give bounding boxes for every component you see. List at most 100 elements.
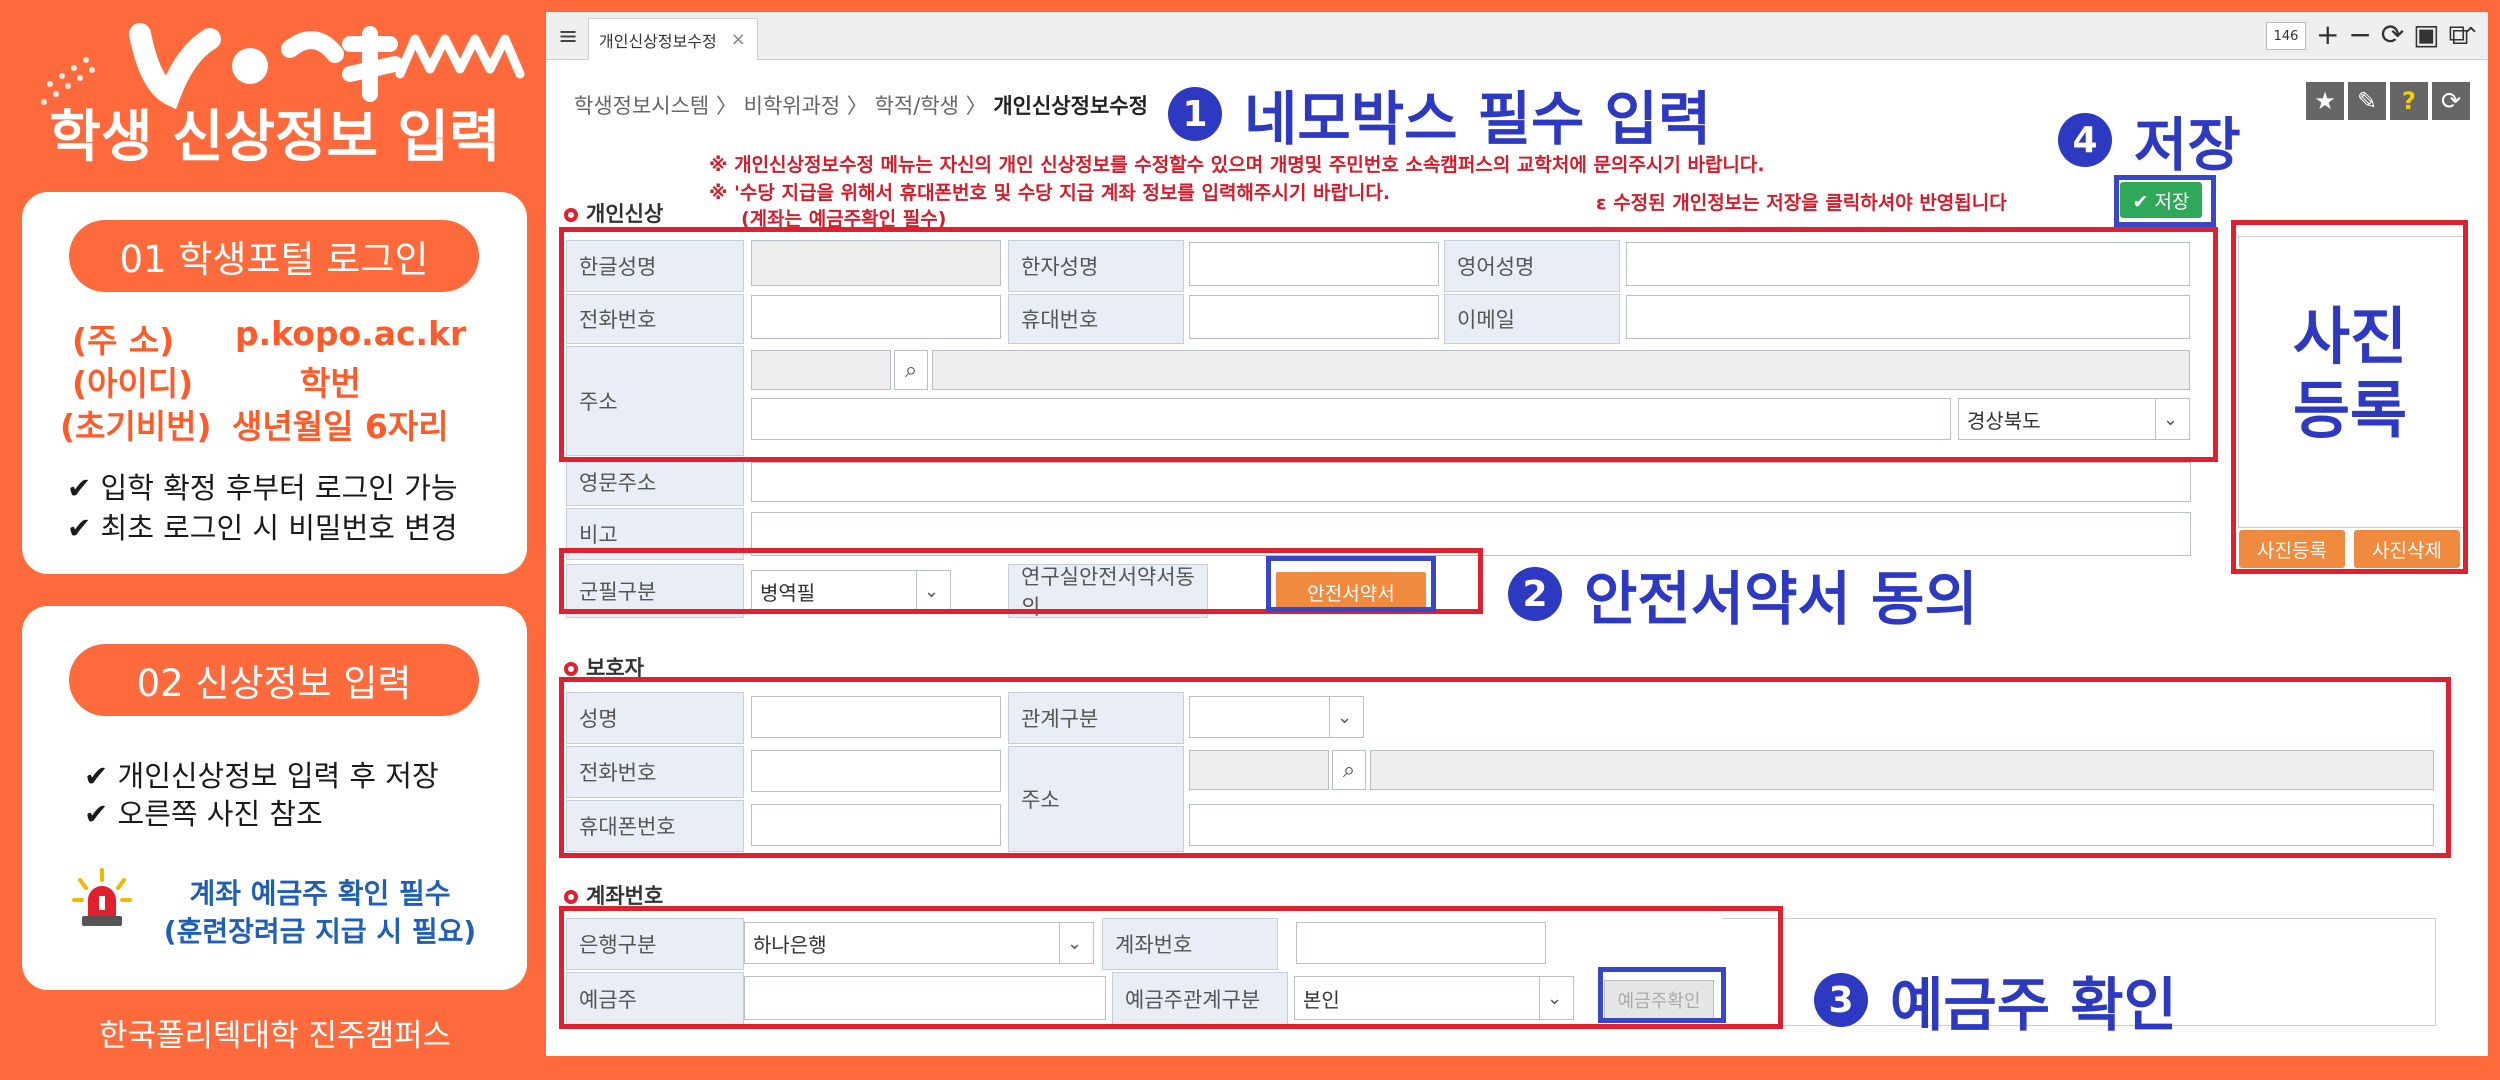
mobile-field[interactable]	[1189, 295, 1439, 339]
reload-icon[interactable]: ⟳	[2432, 82, 2470, 120]
login-value-password: 생년월일 6자리	[232, 407, 449, 446]
label-military: 군필구분	[566, 564, 744, 618]
zoom-in-icon[interactable]: +	[2316, 18, 2339, 51]
zoom-out-icon[interactable]: −	[2348, 18, 2371, 51]
bank-select[interactable]: 하나은행 ⌄	[744, 922, 1094, 964]
military-select[interactable]: 병역필 ⌄	[751, 570, 951, 612]
email-field[interactable]	[1626, 295, 2190, 339]
label-korean-name: 한글성명	[566, 240, 744, 292]
safety-pledge-button[interactable]: 안전서약서	[1276, 572, 1426, 612]
step-number-icon: 1	[1168, 87, 1222, 141]
tab-close-icon[interactable]: ×	[731, 29, 746, 50]
annotation-2-text: 안전서약서 동의	[1584, 565, 1978, 633]
relation-select[interactable]: ⌄	[1189, 696, 1364, 738]
login-key-address: (주 소)	[72, 321, 175, 360]
tab-active[interactable]: 개인신상정보수정 ×	[588, 18, 758, 60]
photo-annotation: 사진 등록	[2240, 300, 2460, 448]
section-guardian: 보호자	[564, 652, 644, 682]
search-icon[interactable]: ⌕	[1332, 750, 1366, 790]
info-check-2: ✔ 오른쪽 사진 참조	[84, 797, 323, 831]
restore-icon[interactable]: ▣	[2413, 18, 2439, 51]
help-icon[interactable]: ?	[2390, 82, 2428, 120]
login-key-id: (아이디)	[72, 364, 194, 403]
step-number-icon: 4	[2058, 113, 2112, 167]
page-title: 개인신상정보수정	[993, 94, 1148, 118]
edit-icon[interactable]: ✎	[2348, 82, 2386, 120]
guardian-name-field[interactable]	[751, 696, 1001, 738]
note-field[interactable]	[751, 512, 2191, 556]
notice-4: ε 수정된 개인정보는 저장을 클릭하셔야 반영됩니다	[1596, 192, 2007, 214]
english-name-field[interactable]	[1626, 242, 2190, 286]
left-title: 학생 신상정보 입력	[49, 105, 501, 170]
breadcrumb-sep-icon: 〉	[846, 94, 875, 118]
guardian-address-field[interactable]	[1370, 750, 2434, 790]
guardian-zipcode-field[interactable]	[1189, 750, 1329, 790]
zoom-level: 146	[2266, 22, 2306, 50]
menu-icon[interactable]: ≡	[552, 20, 584, 52]
tab-label: 개인신상정보수정	[599, 31, 717, 51]
label-guardian-address: 주소	[1008, 746, 1184, 852]
notice-2: ※ '수당 지급을 위해서 휴대폰번호 및 수당 지급 계좌 정보를 입력해주시…	[709, 182, 1391, 204]
window-controls: + − ⟳ ▣ ⧉	[2316, 18, 2469, 52]
photo-delete-button[interactable]: 사진삭제	[2354, 530, 2460, 568]
section-personal-label: 개인신상	[586, 202, 664, 226]
step-number-icon: 2	[1508, 567, 1562, 621]
annotation-1: 1 네모박스 필수 입력	[1168, 72, 1711, 156]
label-english-address: 영문주소	[566, 458, 744, 506]
step-number-icon: 3	[1814, 973, 1868, 1027]
bullet-icon	[564, 890, 578, 904]
phone-field[interactable]	[751, 295, 1001, 339]
label-phone: 전화번호	[566, 294, 744, 344]
alert-line-2: (훈련장려금 지급 시 필요)	[163, 915, 477, 948]
section-account: 계좌번호	[564, 880, 663, 910]
address-field[interactable]	[932, 350, 2190, 390]
search-icon[interactable]: ⌕	[894, 350, 928, 390]
english-address-field[interactable]	[751, 462, 2191, 502]
label-hanja-name: 한자성명	[1008, 240, 1184, 292]
collapse-icon[interactable]: ⌃	[2456, 20, 2486, 52]
chevron-down-icon: ⌄	[1059, 923, 1089, 963]
login-check-1: ✔ 입학 확정 후부터 로그인 가능	[67, 471, 458, 505]
login-value-id: 학번	[300, 364, 361, 403]
chevron-down-icon: ⌄	[1329, 697, 1359, 737]
annotation-1-text: 네모박스 필수 입력	[1244, 85, 1712, 153]
chevron-down-icon: ⌄	[916, 571, 946, 611]
bank-value: 하나은행	[753, 932, 827, 957]
breadcrumb-item[interactable]: 비학위과정	[744, 94, 841, 118]
korean-name-field[interactable]	[751, 240, 1001, 286]
hanja-name-field[interactable]	[1189, 242, 1439, 286]
label-guardian-phone: 전화번호	[566, 746, 744, 798]
label-holder: 예금주	[566, 972, 744, 1026]
address-detail-field[interactable]	[751, 398, 1951, 440]
refresh-icon[interactable]: ⟳	[2381, 18, 2404, 51]
favorite-icon[interactable]: ★	[2306, 82, 2344, 120]
holder-field[interactable]	[744, 976, 1106, 1020]
label-guardian-name: 성명	[566, 692, 744, 744]
breadcrumb-item[interactable]: 학생정보시스템	[574, 94, 709, 118]
photo-annotation-line1: 사진	[2292, 300, 2408, 373]
campus-footer: 한국폴리텍대학 진주캠퍼스	[98, 1018, 452, 1054]
verify-holder-button[interactable]: 예금주확인	[1604, 980, 1714, 1020]
military-value: 병역필	[760, 580, 816, 605]
region-select[interactable]: 경상북도 ⌄	[1958, 398, 2190, 440]
info-card: 02 신상정보 입력 ✔ 개인신상정보 입력 후 저장 ✔ 오른쪽 사진 참조 …	[22, 606, 527, 990]
label-holder-relation: 예금주관계구분	[1112, 972, 1288, 1026]
tab-bar: ≡ 개인신상정보수정 × 146 + − ⟳ ▣ ⧉ ⌃	[546, 12, 2488, 60]
photo-register-button[interactable]: 사진등록	[2239, 530, 2345, 568]
guardian-address-detail-field[interactable]	[1189, 804, 2434, 846]
holder-relation-value: 본인	[1303, 987, 1340, 1012]
label-mobile: 휴대번호	[1008, 294, 1184, 344]
guardian-phone-field[interactable]	[751, 750, 1001, 792]
account-number-field[interactable]	[1296, 922, 1546, 964]
siren-icon	[72, 868, 132, 926]
save-button[interactable]: ✔ 저장	[2120, 182, 2202, 218]
zipcode-field[interactable]	[751, 350, 891, 390]
login-check-2: ✔ 최초 로그인 시 비밀번호 변경	[67, 511, 458, 545]
holder-relation-select[interactable]: 본인 ⌄	[1294, 976, 1574, 1020]
breadcrumb-item[interactable]: 학적/학생	[875, 94, 959, 118]
annotation-3-text: 예금주 확인	[1890, 971, 2177, 1039]
guardian-mobile-field[interactable]	[751, 804, 1001, 846]
label-lab-safety: 연구실안전서약서동의	[1008, 564, 1208, 619]
label-note: 비고	[566, 508, 744, 560]
info-check-1: ✔ 개인신상정보 입력 후 저장	[84, 759, 439, 793]
